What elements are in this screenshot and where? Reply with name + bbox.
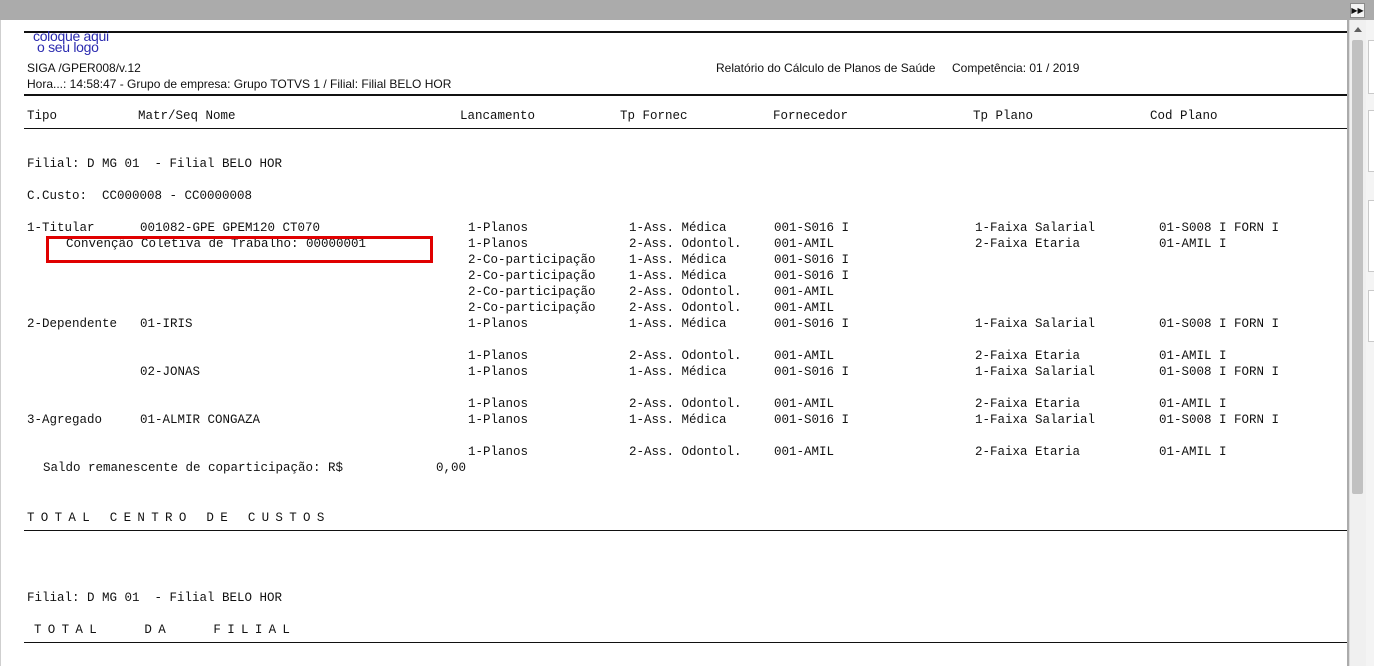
row-matr: 01-IRIS	[140, 317, 193, 331]
row-tp-fornec: 1-Ass. Médica	[629, 221, 727, 235]
row-lancamento: 1-Planos	[468, 397, 529, 411]
expand-panel-button[interactable]: ▶▶	[1350, 3, 1365, 18]
row-tp-fornec: 2-Ass. Odontol.	[629, 397, 742, 411]
row-cod-plano: 01-AMIL I	[1159, 397, 1227, 411]
logo-placeholder: coloque aqui o seu logo	[33, 29, 109, 55]
row-lancamento: 2-Co-participação	[468, 285, 596, 299]
row-tipo: 3-Agregado	[27, 413, 103, 427]
total-cost-center-label: TOTAL CENTRO DE CUSTOS	[27, 511, 331, 525]
row-cod-plano: 01-S008 I FORN I	[1159, 221, 1280, 235]
row-fornecedor: 001-S016 I	[774, 365, 850, 379]
row-cod-plano: 01-AMIL I	[1159, 349, 1227, 363]
report-page: coloque aqui o seu logo SIGA /GPER008/v.…	[0, 20, 1347, 666]
row-lancamento: 1-Planos	[468, 445, 529, 459]
program-id: SIGA /GPER008/v.12	[27, 61, 141, 75]
row-tp-plano: 2-Faixa Etaria	[975, 445, 1081, 459]
row-cod-plano: 01-S008 I FORN I	[1159, 413, 1280, 427]
row-tp-plano: 2-Faixa Etaria	[975, 397, 1081, 411]
row-tipo: 1-Titular	[27, 221, 95, 235]
row-fornecedor: 001-AMIL	[774, 397, 835, 411]
right-side-panel	[1366, 20, 1374, 666]
col-header-tp-fornec: Tp Fornec	[620, 109, 688, 123]
row-cod-plano: 01-AMIL I	[1159, 237, 1227, 251]
row-fornecedor: 001-AMIL	[774, 445, 835, 459]
row-lancamento: 2-Co-participação	[468, 301, 596, 315]
row-tp-plano: 2-Faixa Etaria	[975, 349, 1081, 363]
row-tp-fornec: 1-Ass. Médica	[629, 317, 727, 331]
row-tp-plano: 1-Faixa Salarial	[975, 221, 1096, 235]
header-bottom-rule	[24, 94, 1347, 96]
row-lancamento: 1-Planos	[468, 413, 529, 427]
row-lancamento: 1-Planos	[468, 237, 529, 251]
row-lancamento: 1-Planos	[468, 221, 529, 235]
column-header-rule	[24, 128, 1347, 129]
col-header-cod-plano: Cod Plano	[1150, 109, 1218, 123]
total-filial-label: TOTAL DA FILIAL	[34, 623, 297, 637]
row-matr: 01-ALMIR CONGAZA	[140, 413, 261, 427]
row-cod-plano: 01-AMIL I	[1159, 445, 1227, 459]
saldo-label: Saldo remanescente de coparticipação: R$	[43, 461, 344, 475]
header-top-rule	[24, 31, 1347, 33]
row-tp-fornec: 2-Ass. Odontol.	[629, 349, 742, 363]
row-tp-fornec: 2-Ass. Odontol.	[629, 285, 742, 299]
row-fornecedor: 001-S016 I	[774, 269, 850, 283]
logo-line-2: o seu logo	[37, 39, 99, 55]
total-cost-center-rule	[24, 530, 1347, 531]
row-tp-fornec: 1-Ass. Médica	[629, 365, 727, 379]
row-tp-plano: 1-Faixa Salarial	[975, 365, 1096, 379]
row-cod-plano: 01-S008 I FORN I	[1159, 317, 1280, 331]
saldo-value: 0,00	[436, 461, 467, 475]
row-cod-plano: 01-S008 I FORN I	[1159, 365, 1280, 379]
panel-tab-1[interactable]	[1368, 40, 1374, 94]
row-fornecedor: 001-S016 I	[774, 413, 850, 427]
row-lancamento: 1-Planos	[468, 317, 529, 331]
row-fornecedor: 001-AMIL	[774, 237, 835, 251]
row-lancamento: 1-Planos	[468, 349, 529, 363]
row-lancamento: 2-Co-participação	[468, 269, 596, 283]
report-competencia: Competência: 01 / 2019	[952, 61, 1080, 75]
window-title-bar	[0, 0, 1374, 20]
panel-tab-3[interactable]	[1368, 200, 1374, 272]
row-tp-plano: 1-Faixa Salarial	[975, 317, 1096, 331]
row-matr: 001082-GPE GPEM120 CT070	[140, 221, 321, 235]
row-lancamento: 2-Co-participação	[468, 253, 596, 267]
row-fornecedor: 001-AMIL	[774, 285, 835, 299]
filial-label-2: Filial: D MG 01 - Filial BELO HOR	[27, 591, 283, 605]
col-header-matr: Matr/Seq Nome	[138, 109, 236, 123]
row-fornecedor: 001-S016 I	[774, 253, 850, 267]
row-tipo: 2-Dependente	[27, 317, 118, 331]
vertical-scrollbar[interactable]	[1349, 20, 1367, 666]
row-tp-plano: 1-Faixa Salarial	[975, 413, 1096, 427]
triangle-up-icon[interactable]	[1354, 27, 1362, 32]
panel-tab-4[interactable]	[1368, 290, 1374, 342]
col-header-tipo: Tipo	[27, 109, 58, 123]
row-tp-fornec: 1-Ass. Médica	[629, 413, 727, 427]
convencao-highlight-box	[46, 236, 433, 263]
row-fornecedor: 001-AMIL	[774, 301, 835, 315]
row-tp-fornec: 2-Ass. Odontol.	[629, 237, 742, 251]
total-filial-rule	[24, 642, 1347, 643]
col-header-tp-plano: Tp Plano	[973, 109, 1034, 123]
report-time-group: Hora...: 14:58:47 - Grupo de empresa: Gr…	[27, 77, 452, 91]
row-tp-plano: 2-Faixa Etaria	[975, 237, 1081, 251]
cost-center-label: C.Custo: CC000008 - CC0000008	[27, 189, 253, 203]
row-fornecedor: 001-AMIL	[774, 349, 835, 363]
row-matr: 02-JONAS	[140, 365, 201, 379]
double-chevron-right-icon: ▶▶	[1351, 6, 1364, 15]
row-fornecedor: 001-S016 I	[774, 317, 850, 331]
row-tp-fornec: 2-Ass. Odontol.	[629, 301, 742, 315]
row-tp-fornec: 1-Ass. Médica	[629, 269, 727, 283]
col-header-fornecedor: Fornecedor	[773, 109, 849, 123]
row-lancamento: 1-Planos	[468, 365, 529, 379]
col-header-lancamento: Lancamento	[460, 109, 536, 123]
filial-label: Filial: D MG 01 - Filial BELO HOR	[27, 157, 283, 171]
panel-tab-2[interactable]	[1368, 110, 1374, 172]
page-left-border	[0, 20, 1, 666]
row-fornecedor: 001-S016 I	[774, 221, 850, 235]
row-tp-fornec: 1-Ass. Médica	[629, 253, 727, 267]
scrollbar-thumb[interactable]	[1352, 40, 1363, 494]
row-tp-fornec: 2-Ass. Odontol.	[629, 445, 742, 459]
report-title: Relatório do Cálculo de Planos de Saúde	[716, 61, 936, 75]
